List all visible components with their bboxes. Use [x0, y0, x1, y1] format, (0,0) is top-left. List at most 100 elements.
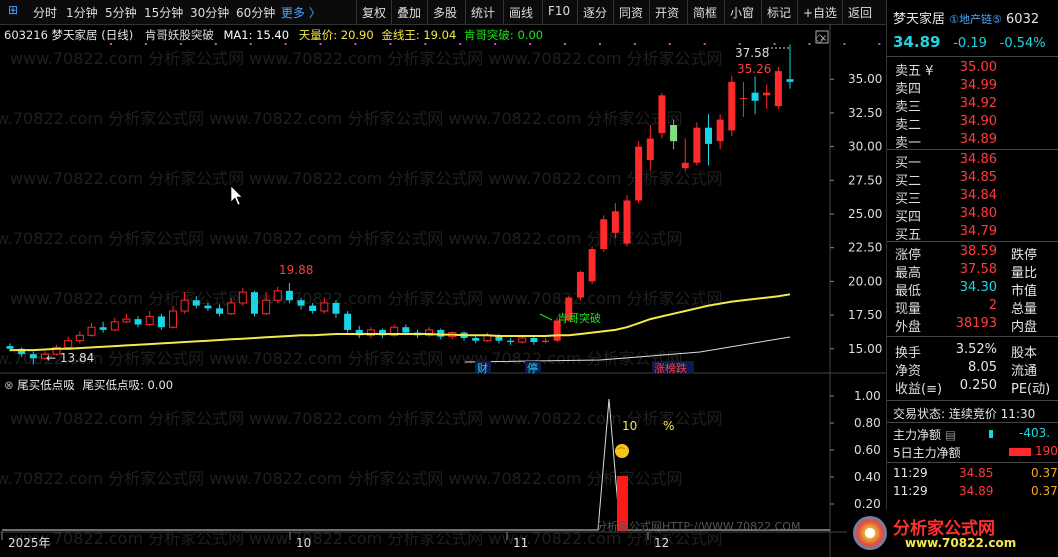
bid-row-value: 34.85 [959, 170, 997, 185]
stat-row-value: 3.52% [955, 342, 997, 357]
marker-dot [284, 43, 287, 45]
candle-body [134, 319, 142, 325]
divider [887, 336, 1058, 337]
main-net5-label: 5日主力净额 [893, 446, 961, 460]
sub-panel-title: ⊗ 尾买低点吸 尾买低点吸: 0.00 [4, 377, 173, 393]
tick-price: 34.85 [959, 466, 994, 480]
ask-row: 卖四 34.99 [887, 78, 1058, 97]
price-line: 34.89 -0.19 -0.54% [893, 33, 1046, 51]
marker-dot [389, 43, 392, 45]
toolbar-button-4[interactable]: 画线 [509, 4, 533, 21]
candle-body [250, 292, 258, 314]
toolbar-separator [724, 0, 725, 24]
stat-row: 最低 34.30 市值 [887, 280, 1058, 299]
toolbar-button-11[interactable]: 标记 [767, 4, 791, 21]
x-tick-label: 11 [513, 536, 528, 550]
stat-row-label: 收益(≡) [895, 382, 943, 397]
stat-row: 现量 2 总量 [887, 298, 1058, 317]
stat-row-label: 现量 [895, 302, 922, 317]
marker-dot [773, 43, 776, 45]
kline-chart[interactable]: www.70822.com 分析家公式网 www.70822.com 分析家公式… [0, 24, 886, 557]
toolbar-button-0[interactable]: 复权 [362, 4, 386, 21]
candle-body [262, 299, 271, 315]
toolbar-button-6[interactable]: 逐分 [583, 4, 607, 21]
stat-row-label2: 内盘 [1011, 320, 1038, 335]
period-tab-1[interactable]: 1分钟 [66, 4, 98, 21]
bid-row: 买五 34.79 [887, 224, 1058, 243]
candle-body [437, 329, 445, 337]
toolbar-separator [391, 0, 392, 24]
toolbar-separator [797, 0, 798, 24]
toolbar-button-2[interactable]: 多股 [433, 4, 457, 21]
candle-body [64, 340, 73, 348]
stat-row-label: 最低 [895, 284, 922, 299]
concept-tags[interactable]: ①地产链⑤ [949, 13, 1002, 26]
logo-url: www.70822.com [905, 536, 1017, 550]
candle-body [728, 81, 736, 131]
y-tick-label: 35.00 [848, 72, 882, 86]
candle-body [180, 299, 189, 312]
marker-dot [110, 43, 112, 45]
y-tick-label: 22.50 [848, 241, 882, 255]
toolbar-button-1[interactable]: 叠加 [397, 4, 421, 21]
stat-row: 收益(≡) 0.250 PE(动) [887, 378, 1058, 397]
bid-row-label: 买四 [895, 210, 922, 225]
bid-row-value: 34.80 [959, 206, 997, 221]
breakout-arrow [539, 313, 553, 321]
toolbar-button-3[interactable]: 统计 [471, 4, 495, 21]
y-tick-label: 27.50 [848, 173, 882, 187]
main-net-label: 主力净额 [893, 428, 942, 442]
candle-body [309, 305, 317, 312]
period-tab-0[interactable]: 分时 [33, 4, 57, 21]
y-tick-label: 32.50 [848, 106, 882, 120]
candle-body [623, 200, 631, 244]
quote-panel: 梦天家居 ①地产链⑤ 6032 34.89 -0.19 -0.54% 交易状态:… [847, 0, 1058, 557]
bid-row: 买一 34.86 [887, 152, 1058, 171]
toolbar-button-10[interactable]: 小窗 [730, 4, 754, 21]
period-tab-4[interactable]: 30分钟 [190, 4, 229, 21]
stat-row-label: 换手 [895, 346, 922, 361]
tick-time: 11:29 [893, 484, 928, 498]
table-icon[interactable]: ▤ [945, 428, 956, 442]
sub-indicator-value: 尾买低点吸: 0.00 [82, 378, 174, 392]
ask-row-label: 卖四 [895, 82, 922, 97]
candle-body [763, 92, 771, 96]
candle-body [216, 308, 224, 314]
toolbar-button-12[interactable]: +自选 [803, 4, 837, 21]
ask-row-value: 34.89 [959, 132, 997, 147]
stat-row-label2: 流通 [1011, 364, 1038, 379]
stat-row-label: 涨停 [895, 248, 922, 263]
menu-grid-icon[interactable]: ⊞ [8, 3, 18, 17]
stock-name: 梦天家居 [893, 12, 946, 27]
candle-body [530, 337, 538, 343]
bid-row-label: 买三 [895, 192, 922, 207]
tick-price: 34.89 [959, 484, 994, 498]
candle-body [693, 127, 701, 163]
watermark-text: www.70822.com 分析家公式网 www.70822.com 分析家公式… [10, 49, 723, 68]
sub-y-tick-label: 0.40 [854, 470, 881, 484]
ask-row: 卖三 34.92 [887, 96, 1058, 115]
toolbar-button-13[interactable]: 返回 [848, 4, 872, 21]
toolbar-button-5[interactable]: F10 [548, 4, 570, 18]
sub-y-tick-label: 0.60 [854, 443, 881, 457]
kenge-value: 肯哥突破: 0.00 [463, 28, 544, 42]
toolbar-button-7[interactable]: 同资 [619, 4, 643, 21]
ask-row-value: 34.92 [959, 96, 997, 111]
period-tab-3[interactable]: 15分钟 [144, 4, 183, 21]
stat-row-label2: 市值 [1011, 284, 1038, 299]
toolbar-button-8[interactable]: 开资 [655, 4, 679, 21]
candle-body [285, 290, 293, 301]
candle-body [6, 346, 14, 349]
candle-body [75, 334, 84, 342]
marker-dot [633, 43, 636, 45]
period-tab-5[interactable]: 60分钟 [236, 4, 275, 21]
watermark-text: www.70822.com 分析家公式网 www.70822.com 分析家公式… [0, 349, 683, 368]
toolbar-separator [687, 0, 688, 24]
period-tab-2[interactable]: 5分钟 [105, 4, 137, 21]
candle-body [751, 92, 759, 101]
more-periods-button[interactable]: 更多 〉 [281, 4, 321, 21]
ask-row: 卖一 34.89 [887, 132, 1058, 151]
ask-row-value: 34.99 [959, 78, 997, 93]
tag-ting: 停 [527, 361, 538, 375]
toolbar-button-9[interactable]: 简框 [693, 4, 717, 21]
